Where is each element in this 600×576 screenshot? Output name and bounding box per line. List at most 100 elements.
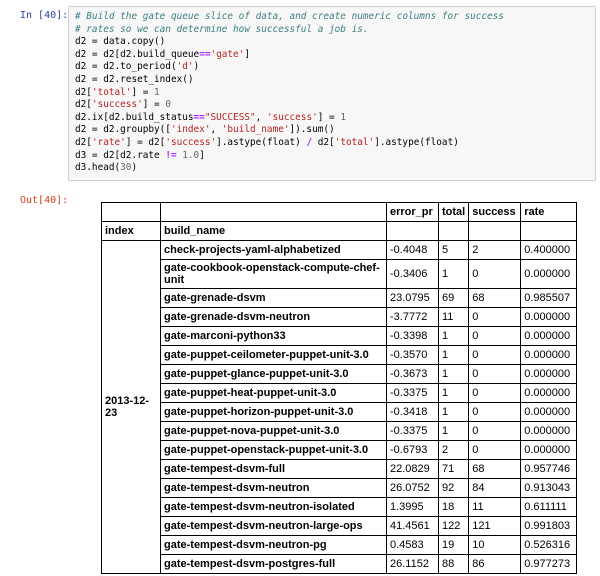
- index-name-row: index build_name: [101, 221, 578, 241]
- table-row: gate-tempest-dsvm-neutron 26.0752 92 84 0.91…: [102, 478, 578, 498]
- row-build-name: gate-marconi-python33: [160, 326, 387, 346]
- cell-success: 68: [468, 288, 522, 308]
- code-cell[interactable]: # Build the gate queue slice of data, an…: [68, 6, 596, 181]
- cell-total: 1: [437, 259, 470, 289]
- cell-rate: 0.000000: [520, 364, 578, 384]
- cell-total: 71: [437, 459, 470, 479]
- code-token: 'total': [334, 136, 375, 148]
- table-row: gate-tempest-dsvm-neutron-pg 0.4583 19 10 0.…: [102, 535, 578, 555]
- corner-cell: [101, 202, 161, 222]
- column-header-error-pr: error_pr: [386, 202, 439, 222]
- table-row: gate-cookbook-openstack-compute-chef-uni…: [102, 259, 578, 289]
- row-build-name: gate-grenade-dsvm-neutron: [160, 307, 387, 327]
- table-row: gate-tempest-dsvm-neutron-isolated 1.3995…: [102, 497, 578, 517]
- table-row: gate-tempest-dsvm-postgres-full 26.1152 88…: [102, 554, 578, 574]
- cell-error-pr: -0.3398: [386, 326, 439, 346]
- cell-total: 122: [437, 516, 470, 536]
- code-token: 'index': [170, 124, 211, 136]
- code-token: ,: [255, 111, 267, 123]
- cell-success: 10: [468, 535, 522, 555]
- code-token: ] =: [131, 86, 155, 98]
- cell-error-pr: -0.3375: [386, 421, 439, 441]
- cell-error-pr: -0.3406: [386, 259, 439, 289]
- row-build-name: gate-tempest-dsvm-neutron: [160, 478, 387, 498]
- code-token: 30: [120, 162, 132, 174]
- table-row: gate-marconi-python33 -0.3398 1 0 0.000000: [102, 326, 578, 346]
- dataframe-table: error_pr total success rate index build_…: [101, 202, 578, 574]
- cell-success: 68: [468, 459, 522, 479]
- empty-cell: [520, 221, 578, 241]
- code-token: 'success': [91, 99, 143, 111]
- cell-success: 84: [468, 478, 522, 498]
- code-token: !=: [165, 149, 177, 161]
- output-prompt: Out[40]:: [20, 195, 69, 206]
- row-build-name: check-projects-yaml-alphabetized: [160, 240, 387, 260]
- cell-total: 1: [437, 383, 470, 403]
- code-line: d2 = data.copy(): [75, 36, 589, 49]
- cell-error-pr: 22.0829: [386, 459, 439, 479]
- cell-total: 1: [437, 326, 470, 346]
- cell-success: 11: [468, 497, 522, 517]
- cell-error-pr: -3.7772: [386, 307, 439, 327]
- cell-error-pr: -0.3375: [386, 383, 439, 403]
- code-token: 1: [340, 111, 346, 123]
- cell-rate: 0.000000: [520, 307, 578, 327]
- cell-success: 121: [468, 516, 522, 536]
- row-build-name: gate-puppet-openstack-puppet-unit-3.0: [160, 440, 387, 460]
- row-build-name: gate-tempest-dsvm-neutron-isolated: [160, 497, 387, 517]
- table-row: gate-puppet-ceilometer-puppet-unit-3.0 -0…: [102, 345, 578, 365]
- code-token: d3.head(: [75, 162, 121, 174]
- code-line: d2 = d2.groupby(['index', 'build_name'])…: [75, 124, 589, 137]
- code-token: ): [131, 162, 138, 174]
- code-line: d2.ix[d2.build_status=="SUCCESS", 'succe…: [75, 112, 589, 125]
- cell-success: 86: [468, 554, 522, 574]
- index-name-index: index: [101, 221, 161, 241]
- code-token: ].astype(float): [216, 136, 307, 148]
- code-token: d2 = d2.to_period(: [75, 61, 177, 73]
- empty-cell: [386, 221, 439, 241]
- cell-total: 5: [437, 240, 470, 260]
- cell-rate: 0.000000: [520, 326, 578, 346]
- code-line: d2['success'] = 0: [75, 99, 589, 112]
- code-token: ]).sum(): [289, 124, 335, 136]
- table-row: gate-tempest-dsvm-full 22.0829 71 68 0.95774…: [102, 459, 578, 479]
- table-row: gate-grenade-dsvm 23.0795 69 68 0.985507: [102, 288, 578, 308]
- cell-rate: 0.000000: [520, 383, 578, 403]
- cell-error-pr: 1.3995: [386, 497, 439, 517]
- code-token: 'success': [266, 111, 318, 123]
- code-token: ]: [199, 149, 205, 161]
- cell-total: 1: [437, 402, 470, 422]
- corner-cell: [160, 202, 387, 222]
- cell-error-pr: -0.6793: [386, 440, 439, 460]
- empty-cell: [468, 221, 522, 241]
- code-token: d2[: [75, 99, 92, 111]
- code-token: ] =: [142, 99, 166, 111]
- input-prompt: In [40]:: [20, 10, 69, 21]
- row-build-name: gate-cookbook-openstack-compute-chef-uni…: [160, 259, 387, 289]
- row-build-name: gate-tempest-dsvm-neutron-pg: [160, 535, 387, 555]
- table-row: gate-puppet-glance-puppet-unit-3.0 -0.367…: [102, 364, 578, 384]
- cell-rate: 0.400000: [520, 240, 578, 260]
- code-token: d2.ix[d2.build_status: [75, 111, 194, 123]
- cell-rate: 0.000000: [520, 402, 578, 422]
- code-token: ): [193, 61, 200, 73]
- index-date-cell: 2013-12-23: [101, 240, 161, 574]
- row-build-name: gate-tempest-dsvm-neutron-large-ops: [160, 516, 387, 536]
- column-header-success: success: [468, 202, 522, 222]
- code-line: d2['rate'] = d2['success'].astype(float)…: [75, 137, 589, 150]
- code-token: d2[: [75, 136, 92, 148]
- cell-rate: 0.000000: [520, 440, 578, 460]
- cell-success: 0: [468, 345, 522, 365]
- code-line: d3 = d2[d2.rate != 1.0]: [75, 150, 589, 163]
- row-build-name: gate-puppet-horizon-puppet-unit-3.0: [160, 402, 387, 422]
- cell-success: 0: [468, 440, 522, 460]
- cell-error-pr: -0.3673: [386, 364, 439, 384]
- empty-cell: [437, 221, 470, 241]
- cell-rate: 0.991803: [520, 516, 578, 536]
- code-line: # rates so we can determine how successf…: [75, 24, 589, 37]
- cell-total: 88: [437, 554, 470, 574]
- code-token: ] = d2[: [125, 136, 166, 148]
- cell-success: 0: [468, 307, 522, 327]
- cell-success: 0: [468, 383, 522, 403]
- row-build-name: gate-puppet-heat-puppet-unit-3.0: [160, 383, 387, 403]
